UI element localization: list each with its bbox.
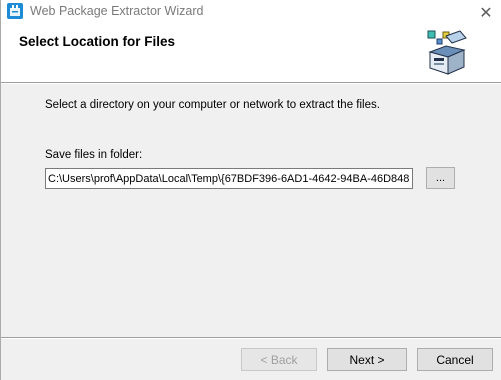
browse-button[interactable]: ... [426,167,455,189]
title-bar[interactable]: Web Package Extractor Wizard ✕ [1,0,501,24]
folder-label: Save files in folder: [45,149,143,161]
header-divider [1,82,501,84]
next-button[interactable]: Next > [327,348,407,371]
package-extractor-icon [7,3,23,19]
folder-path-input[interactable] [45,168,413,189]
header-banner: Select Location for Files [1,24,501,82]
footer-divider [1,337,501,339]
back-button[interactable]: < Back [241,348,317,371]
wizard-window: Web Package Extractor Wizard ✕ Select Lo… [0,0,501,380]
page-title: Select Location for Files [19,34,176,49]
instructions-text: Select a directory on your computer or n… [45,99,380,111]
cancel-button[interactable]: Cancel [417,348,493,371]
close-button[interactable]: ✕ [470,0,501,24]
close-icon: ✕ [479,2,493,22]
package-box-icon [424,28,470,78]
window-title: Web Package Extractor Wizard [30,4,204,18]
